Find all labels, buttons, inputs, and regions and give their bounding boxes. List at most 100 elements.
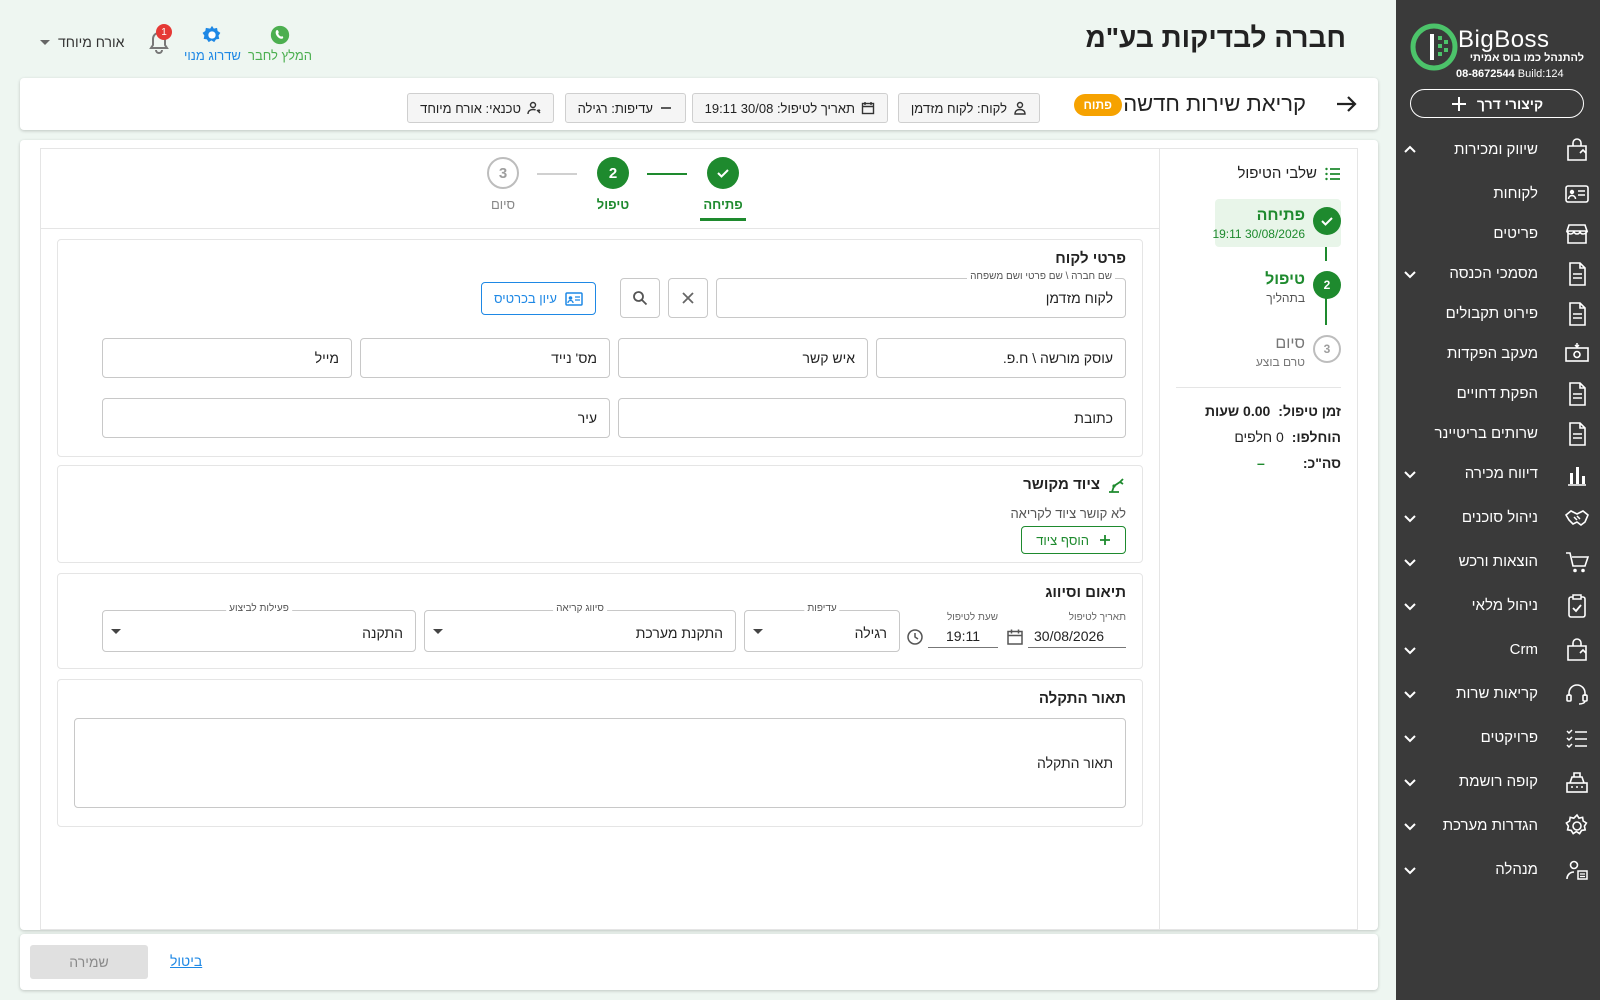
step-opening-title: פתיחה xyxy=(1256,207,1305,224)
call-classification-select[interactable]: סיווג קריאה התקנת מערכת xyxy=(424,603,736,652)
sidebar-item-label: פירוט תקבולים xyxy=(1445,305,1538,322)
sidebar-item-label: מעקב הפקדות xyxy=(1447,345,1538,362)
sidebar-item[interactable]: Crm xyxy=(1400,632,1590,668)
step-finish-item[interactable]: 3 סיום טרם בוצע xyxy=(1176,329,1341,377)
vat-number-placeholder: עוסק מורשה \ ח.פ. xyxy=(1002,350,1113,366)
sidebar-item-label: דיווח מכירה xyxy=(1464,465,1538,482)
treatment-date-field[interactable]: תאריך לטיפול 30/08/2026 xyxy=(1028,612,1126,648)
sidebar-item[interactable]: ניהול סוכנים xyxy=(1400,500,1590,536)
step-opening-item[interactable]: פתיחה 30/08/2026 19:11 xyxy=(1176,201,1341,249)
sidebar-item[interactable]: שיווק ומכירות xyxy=(1400,132,1590,168)
user-name: אורח מיוחד xyxy=(58,34,125,50)
logo[interactable]: BigBoss להתנהל כמו בוס אמיתי 08-8672544 … xyxy=(1410,20,1584,82)
cancel-link[interactable]: ביטול xyxy=(170,953,202,969)
sidebar-item[interactable]: הפקת דחויים xyxy=(1400,376,1590,412)
problem-description-input[interactable]: תאור התקלה xyxy=(74,718,1126,808)
summary-total-value: – xyxy=(1257,455,1265,471)
sidebar-item-label: שיווק ומכירות xyxy=(1454,141,1538,158)
call-classification-label: סיווג קריאה xyxy=(553,603,607,614)
customer-search-field[interactable]: שם חברה \ שם פרטי ושם משפחה לקוח מזדמן xyxy=(716,271,1126,318)
calendar-icon xyxy=(861,102,875,115)
sidebar-item[interactable]: פריטים xyxy=(1400,216,1590,252)
store-icon xyxy=(1565,224,1589,244)
stepper-treatment[interactable]: 2 טיפול xyxy=(573,157,653,212)
priority-select[interactable]: עדיפות רגילה xyxy=(744,603,900,652)
chevron-down-icon[interactable] xyxy=(1402,554,1418,570)
summary-parts-row: הוחלפו: 0 חלפים xyxy=(1176,424,1341,450)
customer-chip[interactable]: לקוח: לקוח מזדמן xyxy=(897,93,1040,123)
stepper-finish[interactable]: 3 סיום xyxy=(463,157,543,212)
mobile-field[interactable]: מס' נייד xyxy=(360,338,610,378)
clock-icon[interactable] xyxy=(906,628,924,646)
priority-chip[interactable]: עדיפות: רגילה xyxy=(564,93,686,123)
sidebar-item[interactable]: מסמכי הכנסה xyxy=(1400,256,1590,292)
chevron-up-icon[interactable] xyxy=(1402,142,1418,158)
technician-chip[interactable]: טכנאי: אורח מיוחד xyxy=(407,93,554,123)
document-icon xyxy=(1569,382,1586,406)
chevron-down-icon xyxy=(40,39,50,45)
action-select[interactable]: פעילות לביצוע התקנה xyxy=(102,603,416,652)
clear-button[interactable] xyxy=(668,278,708,318)
sidebar-item[interactable]: פרויקטים xyxy=(1400,720,1590,756)
stepper-connector-done xyxy=(647,173,687,175)
sidebar-item[interactable]: הוצאות ורכש xyxy=(1400,544,1590,580)
chevron-down-icon[interactable] xyxy=(1402,510,1418,526)
chevron-down-icon[interactable] xyxy=(1402,266,1418,282)
sidebar-item[interactable]: לקוחות xyxy=(1400,176,1590,212)
step-treatment-item[interactable]: 2 טיפול בתהליך xyxy=(1176,265,1341,313)
arrow-right-icon[interactable] xyxy=(1334,92,1358,116)
add-equipment-button[interactable]: הוסף ציוד xyxy=(1021,526,1126,554)
address-field[interactable]: כתובת xyxy=(618,398,1126,438)
step-finish-number: 3 xyxy=(1313,335,1341,363)
stepper-opening[interactable]: פתיחה xyxy=(683,157,763,221)
sidebar-item-label: מסמכי הכנסה xyxy=(1449,265,1538,282)
sidebar-item[interactable]: מנהלה xyxy=(1400,852,1590,888)
vat-number-field[interactable]: עוסק מורשה \ ח.פ. xyxy=(876,338,1126,378)
treatment-time-field[interactable]: שעת לטיפול 19:11 xyxy=(928,612,998,648)
sidebar-item[interactable]: מעקב הפקדות xyxy=(1400,336,1590,372)
active-tab-indicator xyxy=(700,218,746,221)
notifications-button[interactable]: 1 xyxy=(146,24,172,56)
gear-icon xyxy=(202,25,221,43)
treatment-date-label: תאריך לטיפול xyxy=(1068,612,1126,623)
add-equipment-label: הוסף ציוד xyxy=(1036,532,1089,548)
shortcuts-button[interactable]: קיצורי דרך xyxy=(1410,89,1584,118)
chevron-down-icon[interactable] xyxy=(1402,686,1418,702)
bar-chart-icon xyxy=(1568,467,1586,486)
chevron-down-icon[interactable] xyxy=(1402,642,1418,658)
chevron-down-icon[interactable] xyxy=(1402,818,1418,834)
view-card-button[interactable]: עיון בכרטיס xyxy=(481,282,596,315)
sidebar-item[interactable]: קופה רושמת xyxy=(1400,764,1590,800)
chevron-down-icon[interactable] xyxy=(1402,466,1418,482)
recommend-friend-label: המלץ לחבר xyxy=(248,48,312,63)
date-chip[interactable]: תאריך לטיפול: 30/08 19:11 xyxy=(691,93,888,123)
stepper-connector-pending xyxy=(537,173,577,175)
steps-header-label: שלבי הטיפול xyxy=(1237,165,1317,182)
form-footer: שמירה ביטול xyxy=(20,934,1378,990)
chevron-down-icon[interactable] xyxy=(1402,598,1418,614)
sidebar-item[interactable]: הגדרות מערכת xyxy=(1400,808,1590,844)
chevron-down-icon[interactable] xyxy=(1402,730,1418,746)
sidebar-item[interactable]: דיווח מכירה xyxy=(1400,456,1590,492)
upgrade-subscription-label: שדרוג מנוי xyxy=(184,48,241,63)
user-menu[interactable]: אורח מיוחד xyxy=(40,32,124,52)
calendar-icon[interactable] xyxy=(1006,628,1024,646)
chevron-down-icon[interactable] xyxy=(1402,862,1418,878)
sidebar-item[interactable]: קריאות שרות xyxy=(1400,676,1590,712)
upgrade-subscription-button[interactable]: שדרוג מנוי xyxy=(184,24,241,63)
recommend-friend-button[interactable]: המלץ לחבר xyxy=(248,24,312,63)
contact-person-field[interactable]: איש קשר xyxy=(618,338,868,378)
save-button[interactable]: שמירה xyxy=(30,945,148,979)
sidebar-item[interactable]: שרותים בריטיינר xyxy=(1400,416,1590,452)
service-call-form: שלבי הטיפול פתיחה 30/08/2026 19:11 2 טיפ… xyxy=(20,140,1378,930)
sidebar-item[interactable]: ניהול מלאי xyxy=(1400,588,1590,624)
city-field[interactable]: עיר xyxy=(102,398,610,438)
form-container: שלבי הטיפול פתיחה 30/08/2026 19:11 2 טיפ… xyxy=(40,148,1358,930)
chevron-down-icon[interactable] xyxy=(1402,774,1418,790)
sidebar: BigBoss להתנהל כמו בוס אמיתי 08-8672544 … xyxy=(1396,0,1600,1000)
email-field[interactable]: מייל xyxy=(102,338,352,378)
sidebar-item-label: קריאות שרות xyxy=(1456,685,1538,702)
search-button[interactable] xyxy=(620,278,660,318)
sidebar-item-label: הפקת דחויים xyxy=(1456,385,1538,402)
sidebar-item[interactable]: פירוט תקבולים xyxy=(1400,296,1590,332)
